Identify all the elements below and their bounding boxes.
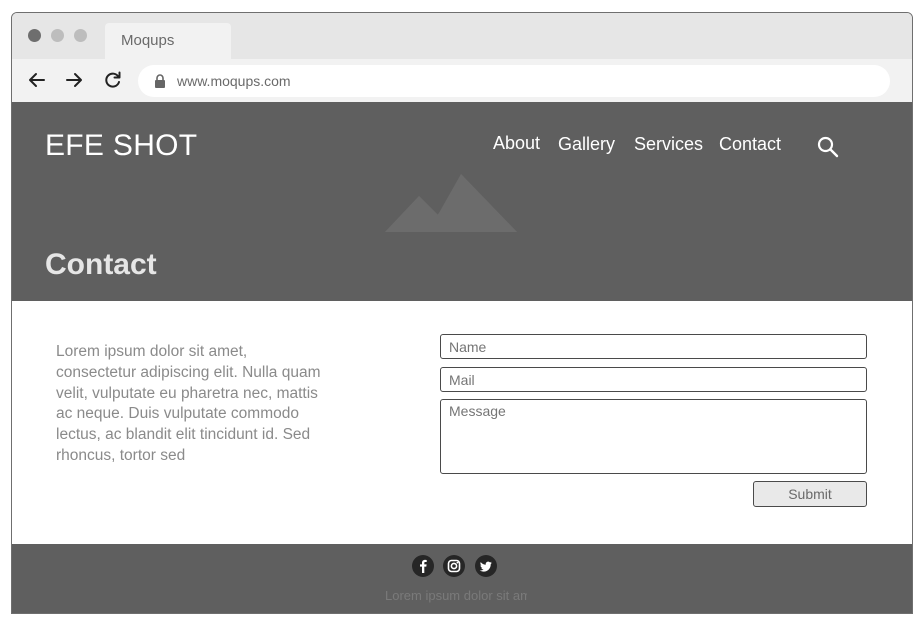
footer-text: Lorem ipsum dolor sit amet bbox=[385, 588, 527, 603]
nav-gallery[interactable]: Gallery bbox=[558, 134, 615, 155]
browser-toolbar: www.moqups.com bbox=[12, 59, 912, 102]
facebook-icon[interactable] bbox=[412, 555, 434, 577]
lock-icon bbox=[155, 74, 165, 88]
mail-field[interactable] bbox=[440, 367, 867, 392]
page-title: Contact bbox=[45, 248, 157, 281]
url-text: www.moqups.com bbox=[177, 73, 291, 89]
search-icon[interactable] bbox=[816, 135, 840, 159]
reload-icon[interactable] bbox=[103, 70, 123, 90]
site-brand[interactable]: EFE SHOT bbox=[45, 129, 197, 163]
minimize-window-dot[interactable] bbox=[51, 29, 64, 42]
instagram-icon[interactable] bbox=[443, 555, 465, 577]
maximize-window-dot[interactable] bbox=[74, 29, 87, 42]
browser-tab[interactable]: Moqups bbox=[105, 23, 231, 59]
close-window-dot[interactable] bbox=[28, 29, 41, 42]
hero-banner: EFE SHOT About Gallery Services Contact … bbox=[12, 102, 912, 301]
twitter-icon[interactable] bbox=[475, 555, 497, 577]
message-field[interactable] bbox=[440, 399, 867, 474]
back-arrow-icon[interactable] bbox=[27, 70, 47, 90]
site-footer: Lorem ipsum dolor sit amet bbox=[12, 544, 912, 613]
address-bar[interactable]: www.moqups.com bbox=[138, 65, 890, 97]
intro-paragraph: Lorem ipsum dolor sit amet, consectetur … bbox=[56, 343, 321, 464]
name-field[interactable] bbox=[440, 334, 867, 359]
nav-services[interactable]: Services bbox=[634, 134, 703, 155]
nav-contact[interactable]: Contact bbox=[719, 134, 781, 155]
image-placeholder-icon bbox=[385, 174, 517, 232]
browser-window: Moqups www.moqups.com EFE SHOT About Gal… bbox=[11, 12, 913, 614]
tab-bar: Moqups bbox=[12, 13, 912, 59]
forward-arrow-icon[interactable] bbox=[64, 70, 84, 90]
submit-button[interactable]: Submit bbox=[753, 481, 867, 507]
nav-about[interactable]: About bbox=[493, 133, 540, 154]
